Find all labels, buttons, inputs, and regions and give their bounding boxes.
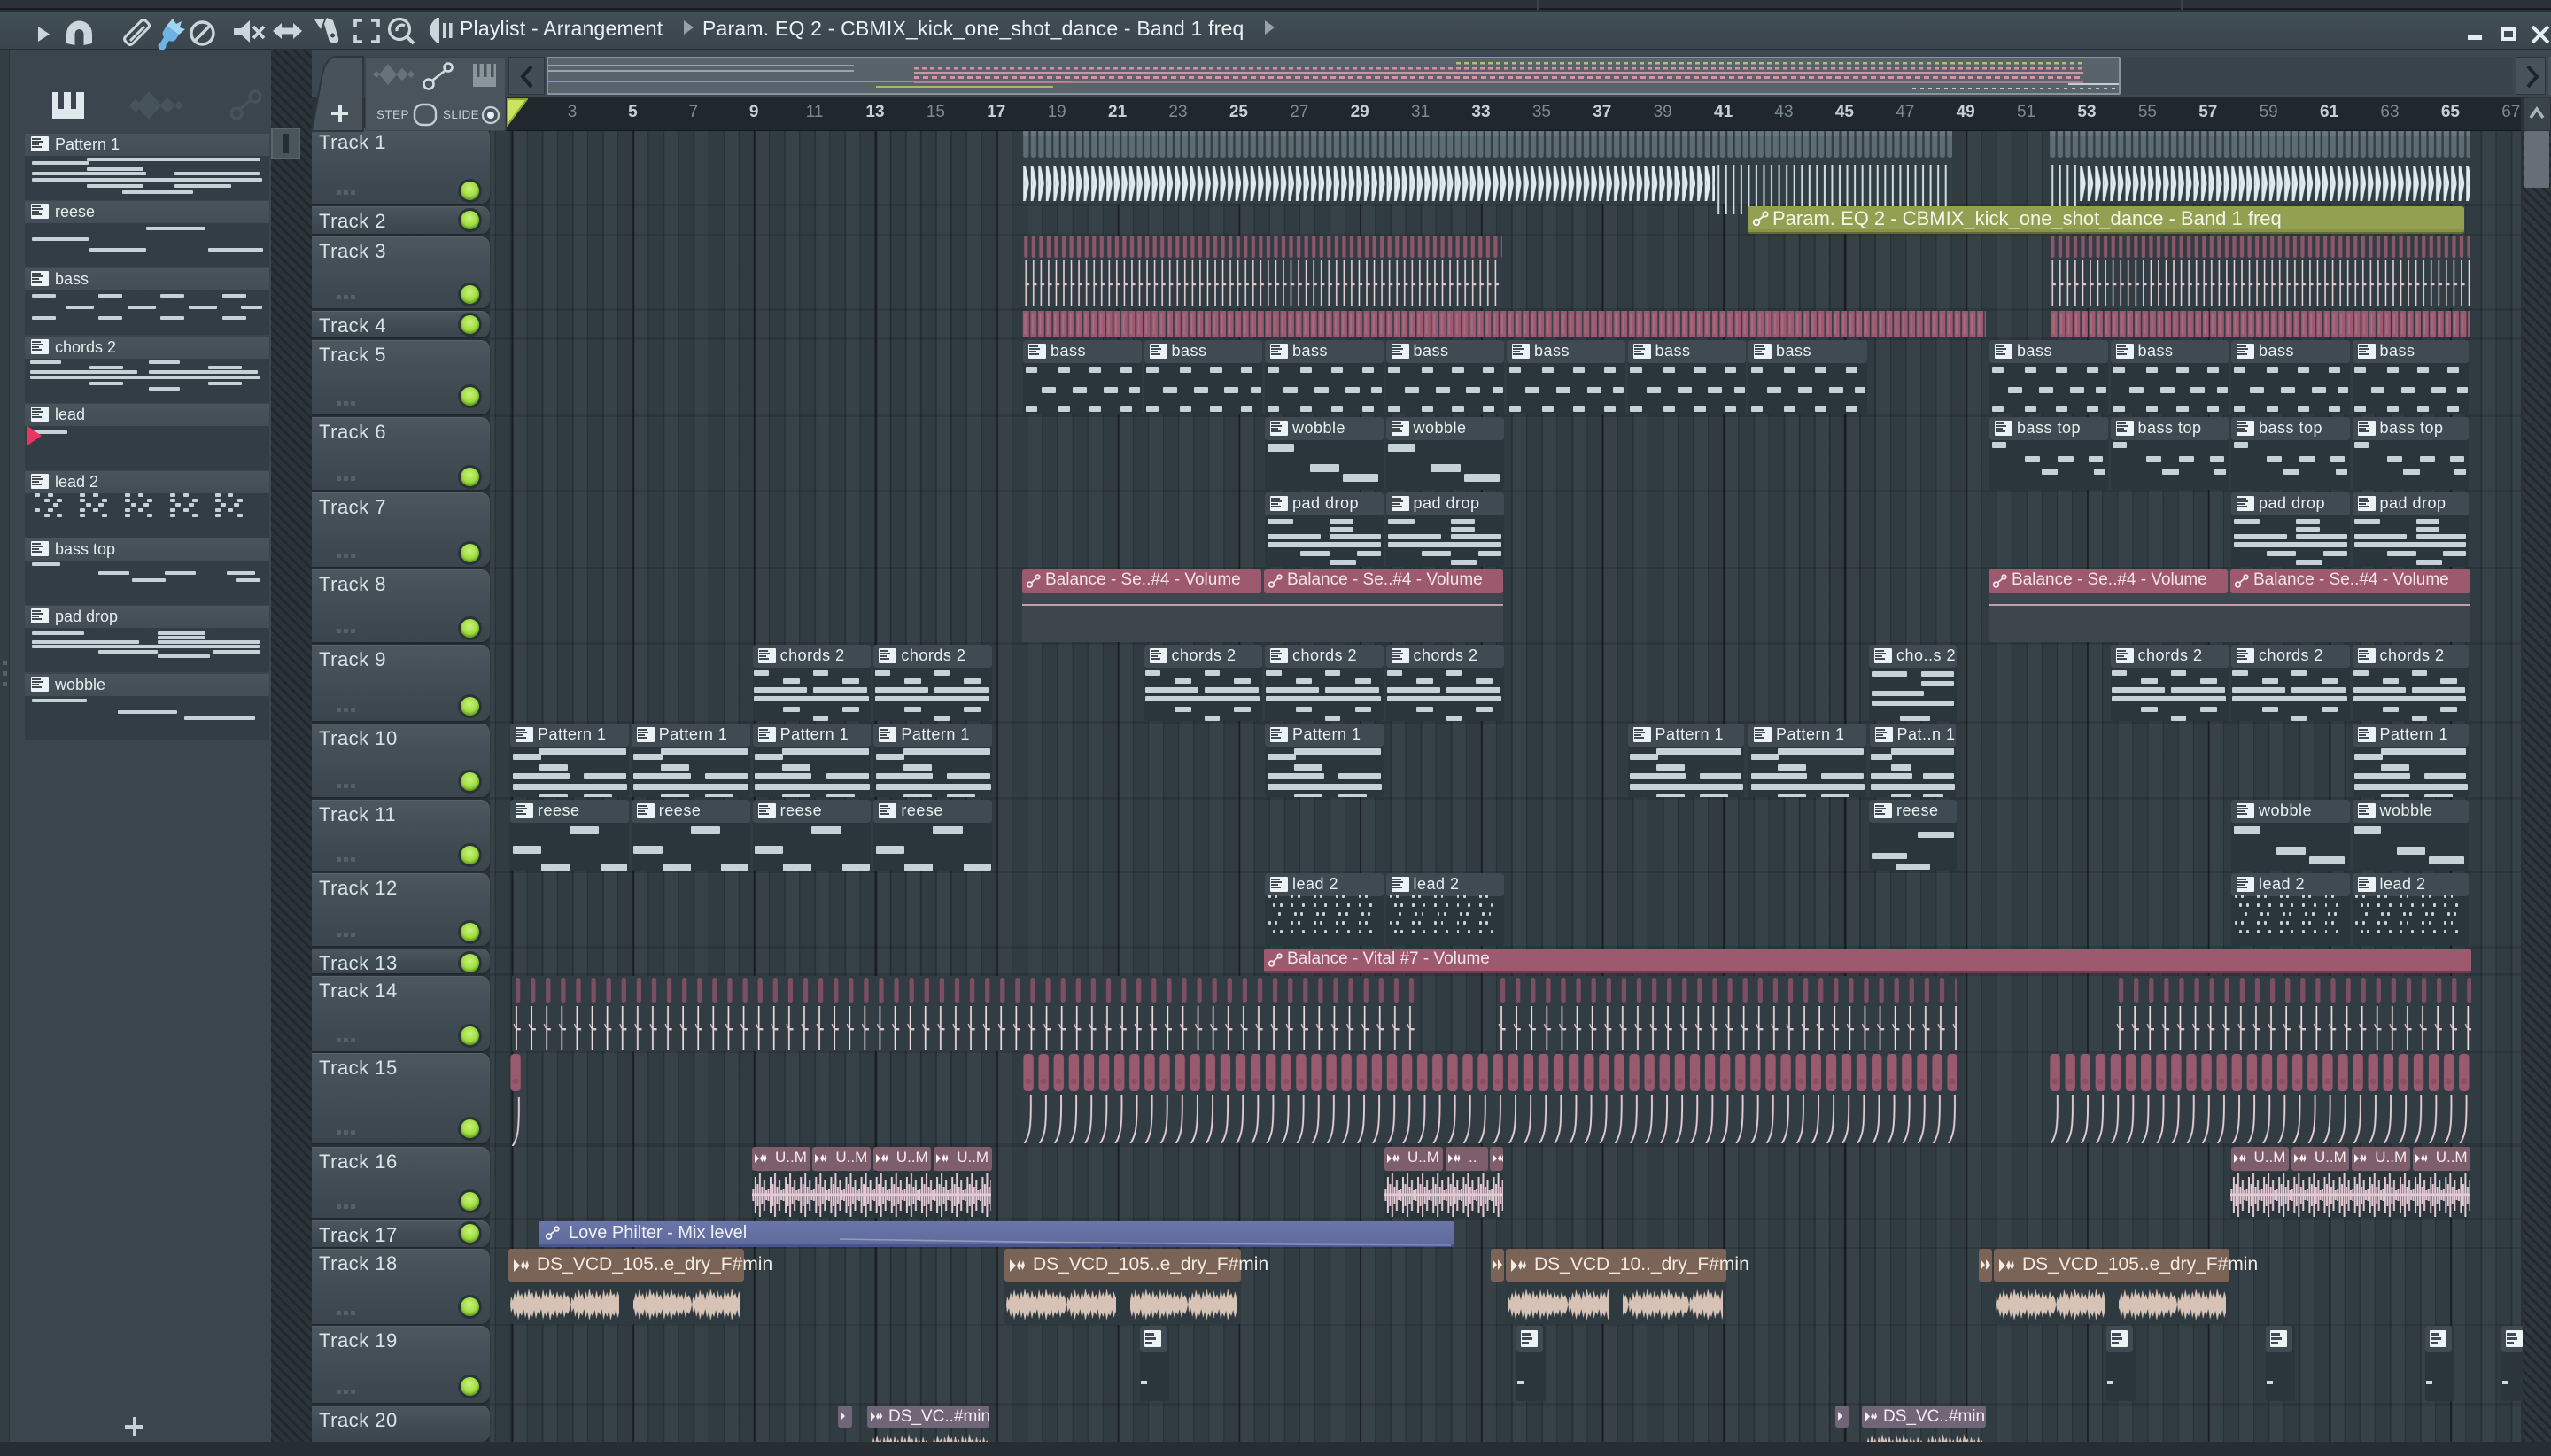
svg-text:SLIDE: SLIDE bbox=[443, 108, 479, 121]
svg-text:STEP: STEP bbox=[376, 108, 409, 121]
